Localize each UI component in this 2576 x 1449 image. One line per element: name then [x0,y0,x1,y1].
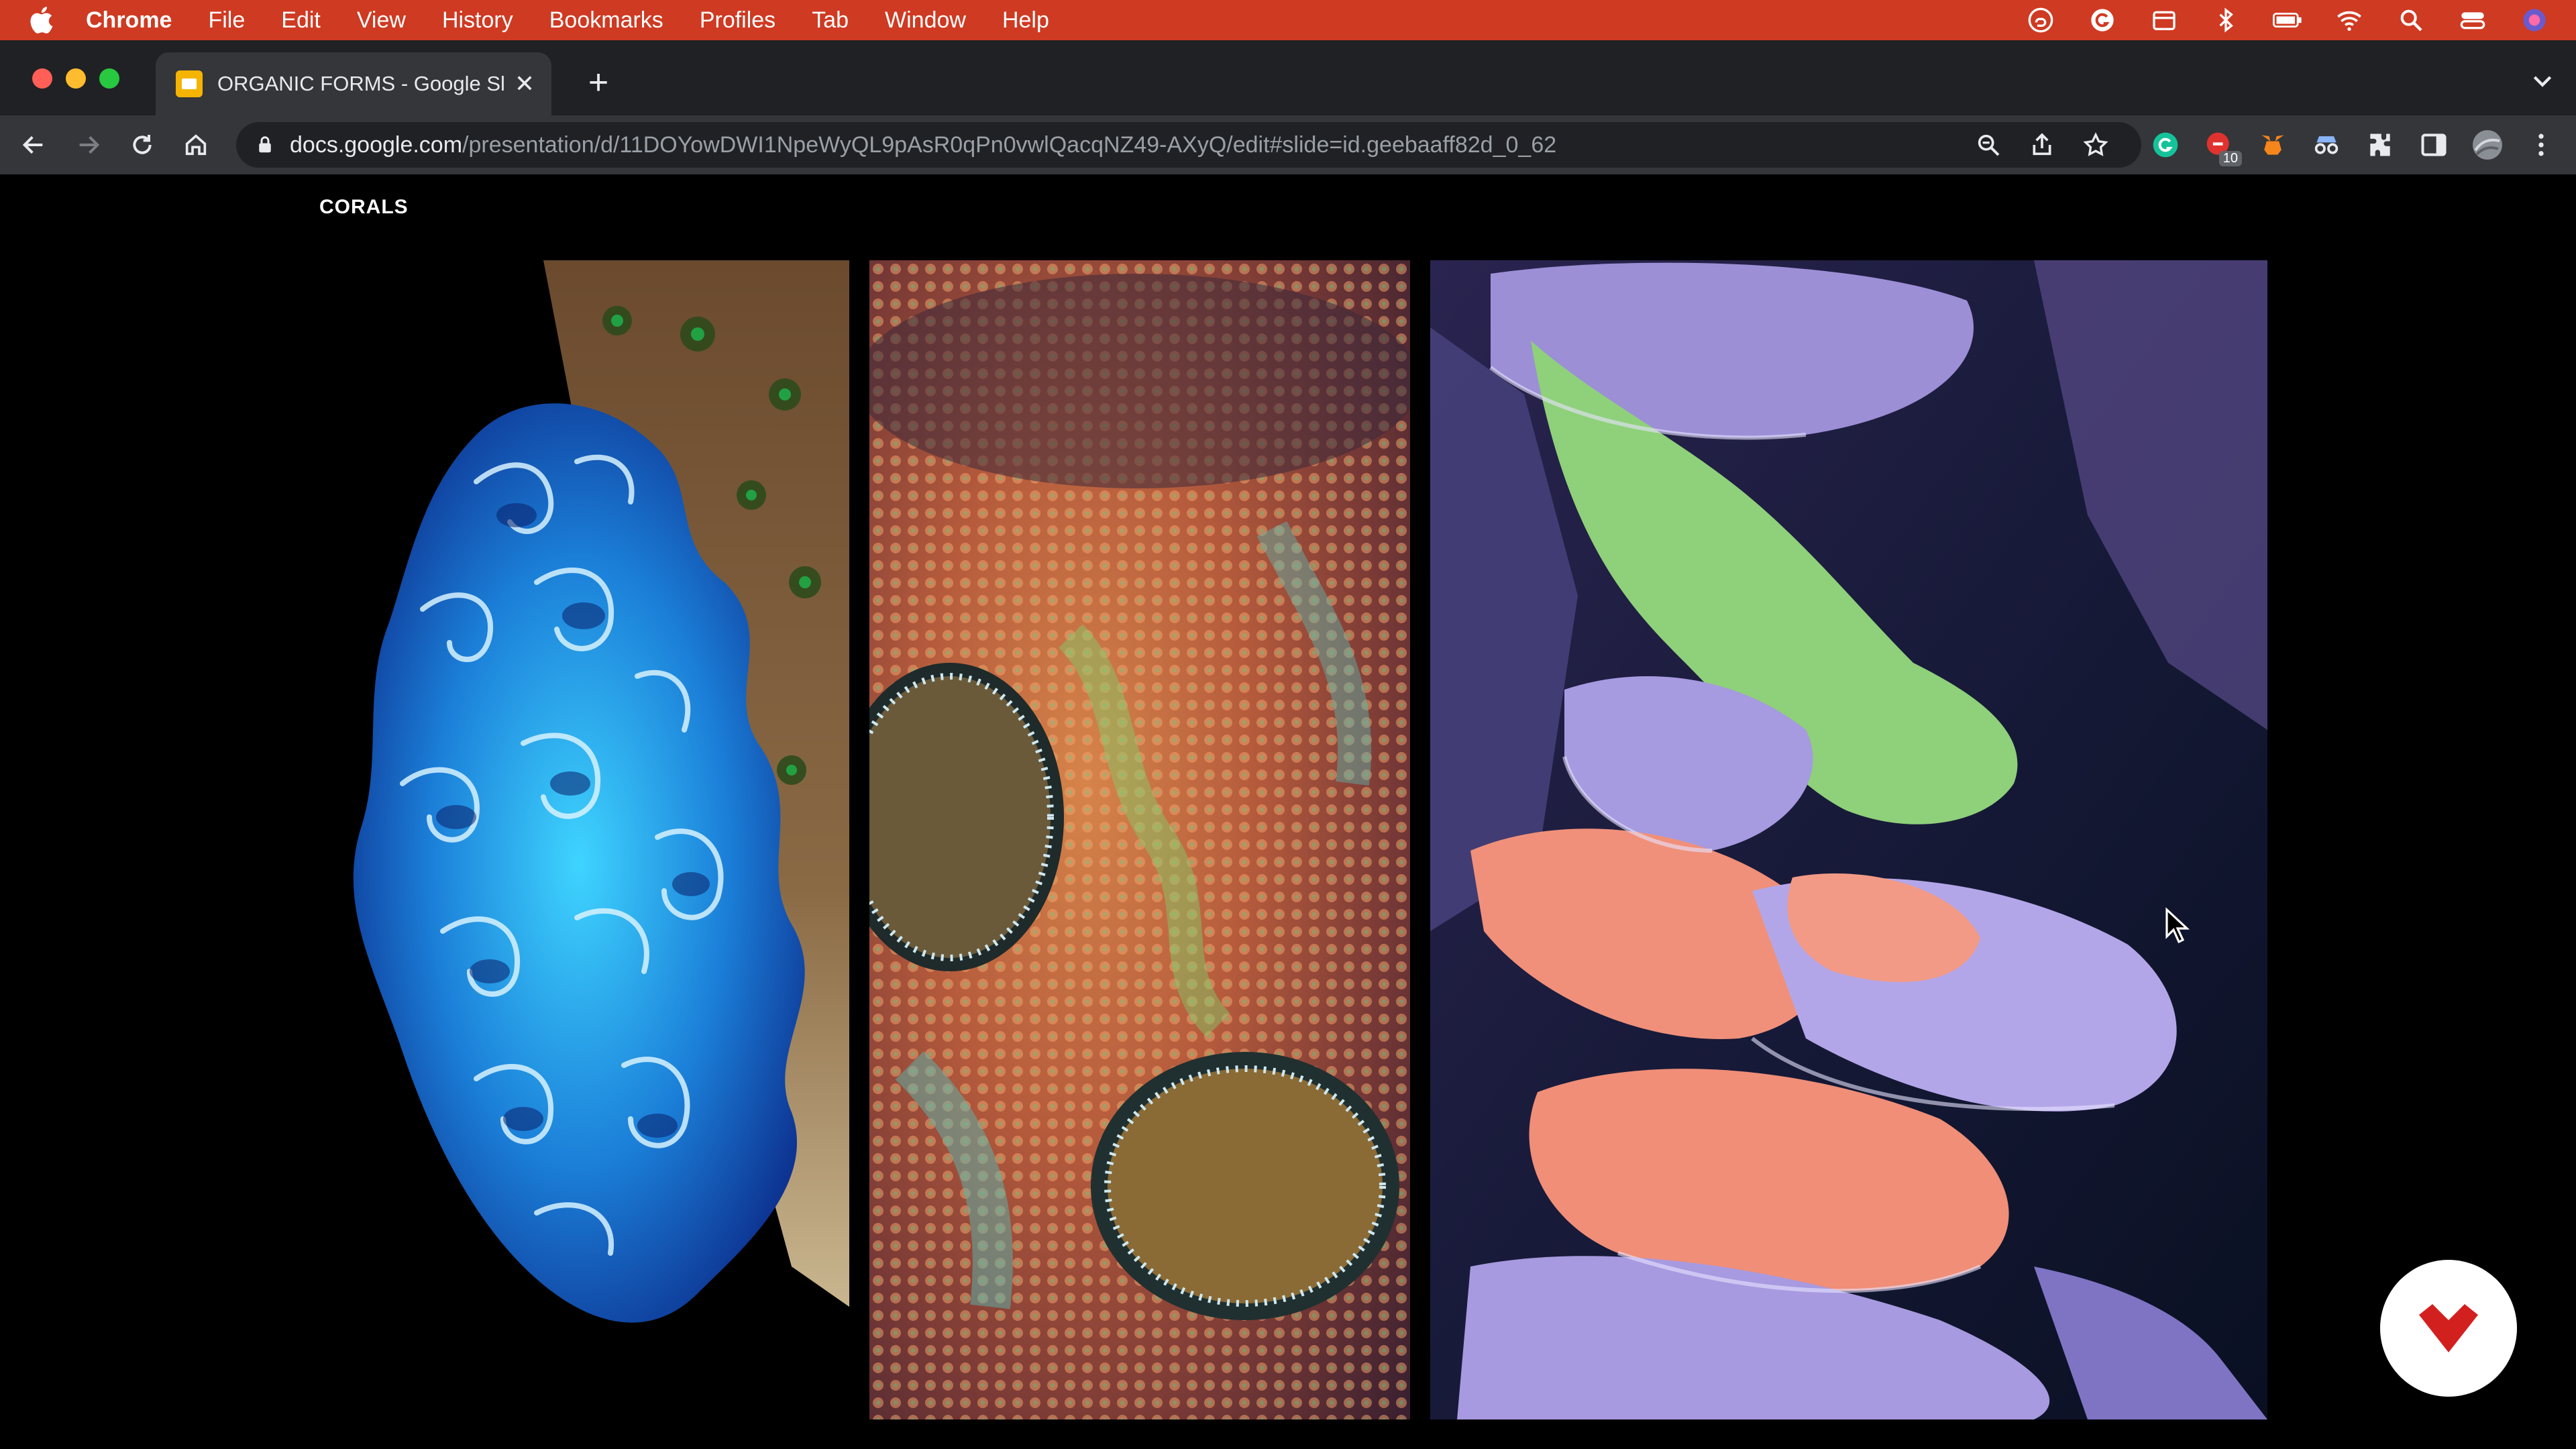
extension-badge: 10 [2218,151,2242,166]
bluetooth-icon[interactable] [2211,5,2241,35]
tab-search-chevron-icon[interactable] [2529,67,2556,94]
zoom-icon[interactable] [1975,131,2002,158]
lock-icon[interactable] [255,135,275,155]
battery-icon[interactable] [2273,5,2302,35]
tab-organic-forms[interactable]: ORGANIC FORMS - Google Slides ✕ [156,52,551,115]
bookmark-star-icon[interactable] [2082,131,2109,158]
slide-presentation-view: CORALS [0,174,2576,1449]
new-tab-button[interactable]: + [578,64,619,105]
share-icon[interactable] [2029,131,2055,158]
control-center-icon[interactable] [2458,5,2487,35]
address-bar[interactable]: docs.google.com/presentation/d/11DOYowDW… [236,122,2141,168]
zoom-window-button[interactable] [99,68,119,89]
menu-view[interactable]: View [357,7,406,34]
url-path: /presentation/d/11DOYowDWI1NpeWyQL9pAsR0… [462,131,1557,158]
chrome-menu-kebab-icon[interactable] [2525,129,2557,161]
google-slides-favicon-icon [176,70,203,97]
address-bar-actions [1948,122,2109,168]
adblock-extension-icon[interactable]: 10 [2203,129,2242,166]
metamask-extension-icon[interactable] [2257,129,2289,161]
mouse-cursor-icon [2165,907,2190,944]
siri-icon[interactable] [2520,5,2549,35]
montipora-plate-coral-photo [1430,260,2267,1419]
window-controls [32,68,133,89]
back-arrow-icon [22,136,43,154]
menu-bookmarks[interactable]: Bookmarks [549,7,663,34]
slide-title: CORALS [319,196,409,218]
home-button[interactable] [180,129,212,161]
menu-file[interactable]: File [208,7,245,34]
browser-tabstrip: ORGANIC FORMS - Google Slides ✕ + [0,40,2576,115]
wifi-icon[interactable] [2334,5,2364,35]
reload-icon [133,135,152,154]
extensions-puzzle-icon[interactable] [2364,129,2396,161]
calendar-icon[interactable] [2149,5,2179,35]
acan-coral-photo [869,260,1410,1419]
reload-button[interactable] [126,129,158,161]
incognito-extension-icon[interactable] [2310,129,2343,161]
apple-logo-icon[interactable] [27,4,59,36]
menu-profiles[interactable]: Profiles [700,7,775,34]
red-heart-logo-icon [2419,1304,2478,1352]
url-host: docs.google.com [290,131,463,158]
home-icon [185,134,207,156]
close-window-button[interactable] [32,68,52,89]
profile-avatar[interactable] [2471,129,2504,161]
spotlight-icon[interactable] [2396,5,2426,35]
menu-edit[interactable]: Edit [281,7,321,34]
forward-arrow-icon [79,136,100,154]
macos-menubar: Chrome File Edit View History Bookmarks … [0,0,2576,40]
menu-tab[interactable]: Tab [812,7,849,34]
blue-lettuce-coral-photo [322,260,849,1419]
tab-title: ORGANIC FORMS - Google Slides [217,72,506,95]
tab-close-icon[interactable]: ✕ [511,70,538,98]
menu-help[interactable]: Help [1002,7,1049,34]
floating-logo-button[interactable] [2380,1260,2517,1397]
forward-button[interactable] [72,129,105,161]
side-panel-icon[interactable] [2418,129,2450,161]
menubar-status-area [1994,0,2549,40]
back-button[interactable] [17,129,50,161]
grammarly-extension-icon[interactable] [2149,129,2182,161]
address-url: docs.google.com/presentation/d/11DOYowDW… [290,132,1556,158]
grammarly-icon[interactable] [2088,5,2117,35]
menu-window[interactable]: Window [885,7,966,34]
creative-cloud-icon[interactable] [2026,5,2055,35]
browser-toolbar: docs.google.com/presentation/d/11DOYowDW… [0,115,2576,174]
minimize-window-button[interactable] [66,68,86,89]
menu-app-name[interactable]: Chrome [86,7,172,34]
menu-history[interactable]: History [442,7,513,34]
